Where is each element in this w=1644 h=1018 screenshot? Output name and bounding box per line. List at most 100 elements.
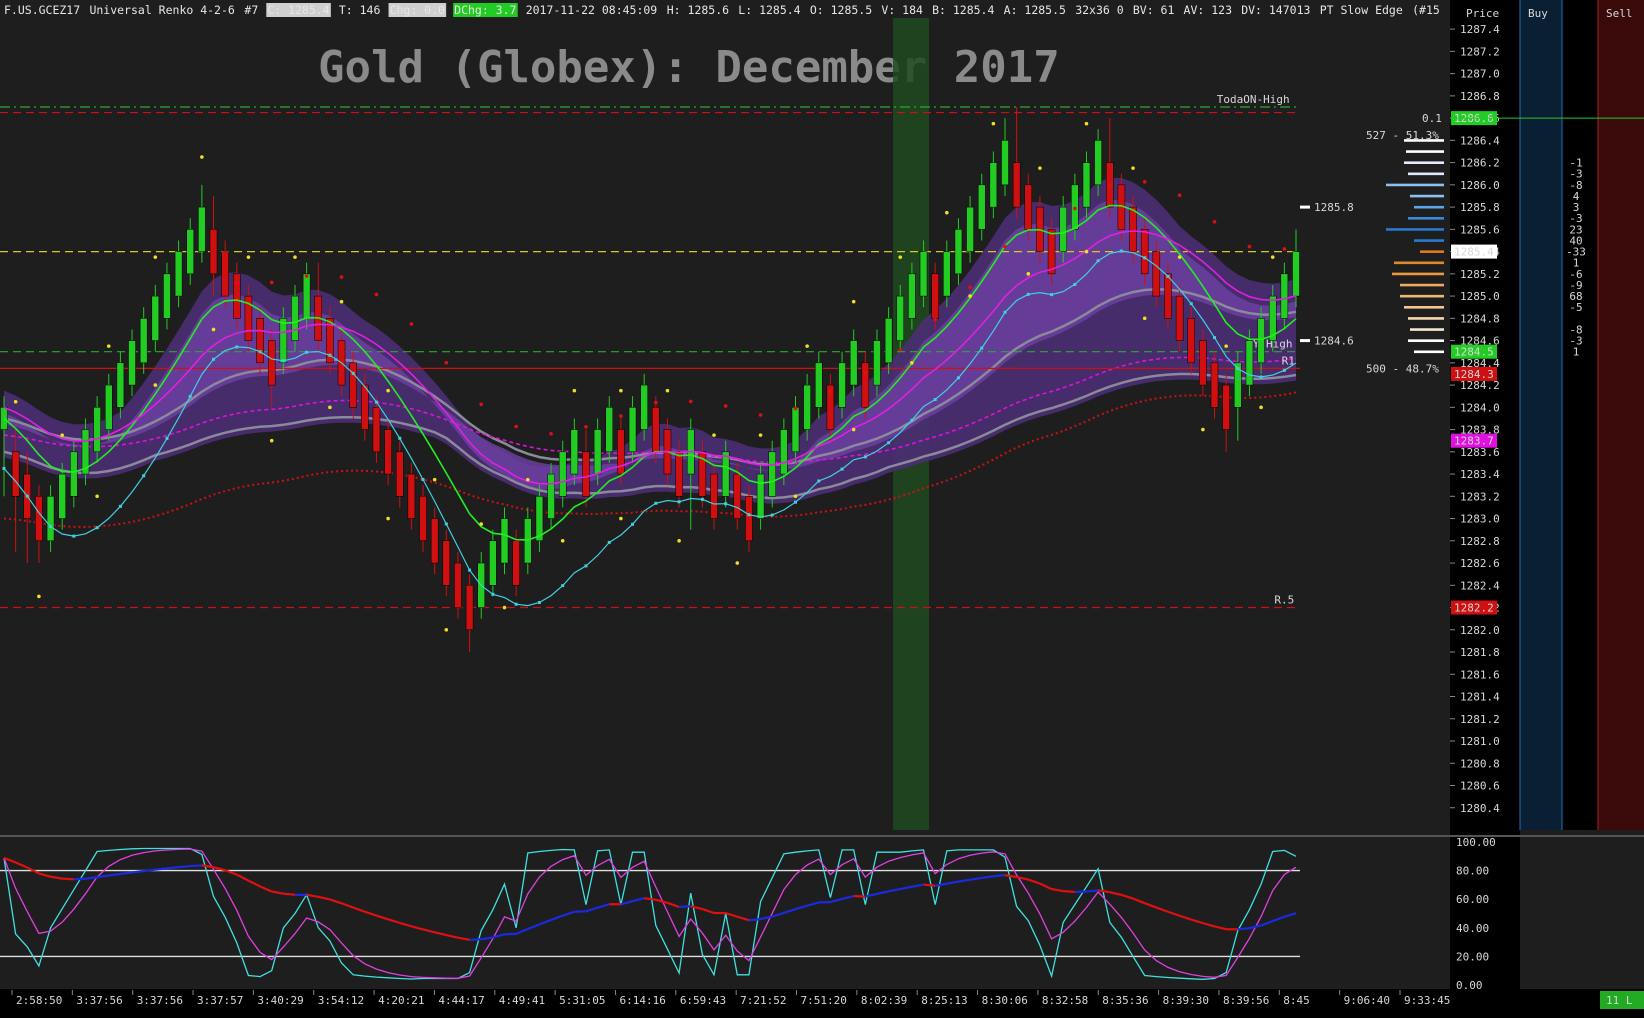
- volume-profile-bar: [1404, 161, 1444, 164]
- yellow-swing-dot: [1085, 250, 1089, 254]
- volume-profile-bar: [1410, 195, 1444, 198]
- price-tick-label: 1282.4: [1460, 579, 1500, 592]
- cyan-trail-dot: [980, 347, 983, 350]
- price-tick-label: 1285.6: [1460, 223, 1500, 236]
- cyan-trail-dot: [1236, 367, 1239, 370]
- candle-down: [1164, 274, 1171, 318]
- cyan-trail-dot: [1190, 302, 1193, 305]
- candle-down: [350, 363, 357, 407]
- candle-down: [1153, 252, 1160, 296]
- candle-down: [513, 541, 520, 585]
- candle-down: [233, 274, 240, 318]
- header-field: AV: 123: [1184, 3, 1233, 17]
- price-tick-label: 1283.4: [1460, 468, 1500, 481]
- red-trend-dot: [514, 425, 518, 429]
- candle-down: [1141, 229, 1148, 273]
- red-trend-dot: [410, 322, 414, 326]
- red-trend-dot: [584, 425, 588, 429]
- price-tick-label: 1285.8: [1460, 201, 1500, 214]
- cyan-trail-dot: [189, 395, 192, 398]
- trading-chart[interactable]: F.US.GCEZ17Universal Renko 4-2-6#7C: 128…: [0, 0, 1644, 1018]
- time-tick-label: 7:51:20: [801, 994, 847, 1007]
- header-field: F.US.GCEZ17: [4, 3, 80, 17]
- candle-down: [408, 474, 415, 518]
- header-field: C: 1285.4: [267, 3, 329, 17]
- cyan-trail-dot: [934, 398, 937, 401]
- yellow-swing-dot: [561, 539, 565, 543]
- stoch-trend-segment: [470, 939, 482, 940]
- candle-up: [59, 474, 66, 518]
- yellow-swing-dot: [107, 344, 111, 348]
- candle-down: [257, 318, 264, 362]
- candle-up: [629, 407, 636, 451]
- stoch-trend-segment: [190, 865, 202, 866]
- chart-svg[interactable]: F.US.GCEZ17Universal Renko 4-2-6#7C: 128…: [0, 0, 1644, 1014]
- stoch-trend-segment: [993, 875, 1005, 876]
- yellow-swing-dot: [1026, 272, 1030, 276]
- volume-profile-bar: [1386, 228, 1444, 231]
- candle-down: [431, 519, 438, 563]
- price-tick-label: 1282.8: [1460, 535, 1500, 548]
- price-tick-label: 1287.4: [1460, 23, 1500, 36]
- stoch-trend-segment: [1238, 928, 1250, 929]
- candle-up: [291, 296, 298, 340]
- buy-column-header: Buy: [1528, 7, 1548, 20]
- header-field: PT Slow Edge: [1320, 3, 1403, 17]
- cyan-trail-dot: [398, 437, 401, 440]
- candle-down: [1048, 229, 1055, 273]
- candle-up: [943, 252, 950, 296]
- candle-up: [1293, 252, 1300, 296]
- header-field: T: 146: [339, 3, 381, 17]
- stoch-trend-segment: [1063, 891, 1075, 892]
- volume-profile-bar: [1414, 206, 1444, 209]
- stoch-trend-segment: [924, 885, 936, 886]
- stoch-trend-segment: [74, 879, 86, 880]
- red-trend-dot: [1038, 220, 1042, 224]
- time-tick-label: 6:59:43: [680, 994, 726, 1007]
- cyan-trail-dot: [1027, 293, 1030, 296]
- candle-down: [862, 363, 869, 407]
- red-trend-dot: [794, 407, 798, 411]
- price-tick-label: 1286.4: [1460, 134, 1500, 147]
- candle-up: [594, 430, 601, 474]
- cyan-trail-dot: [468, 569, 471, 572]
- candle-up: [1095, 140, 1102, 184]
- candle-up: [873, 341, 880, 385]
- profile-annotation: 0.1: [1422, 112, 1442, 125]
- cyan-trail-dot: [841, 468, 844, 471]
- time-tick-label: 7:21:52: [740, 994, 786, 1007]
- candle-up: [105, 385, 112, 429]
- volume-profile-bar: [1404, 139, 1444, 142]
- cyan-trail-dot: [1166, 275, 1169, 278]
- price-tag-label: 1284.5: [1454, 346, 1494, 359]
- cyan-trail-dot: [1213, 336, 1216, 339]
- yellow-swing-dot: [1259, 406, 1263, 410]
- candle-down: [734, 474, 741, 518]
- time-tick-label: 3:37:56: [137, 994, 183, 1007]
- header-field: L: 1285.4: [738, 3, 800, 17]
- time-tick-label: 9:06:40: [1344, 994, 1390, 1007]
- price-tick-label: 1282.0: [1460, 624, 1500, 637]
- header-field: DV: 147013: [1241, 3, 1310, 17]
- yellow-swing-dot: [910, 361, 914, 365]
- time-tick-label: 8:25:13: [921, 994, 967, 1007]
- volume-profile-bar: [1410, 328, 1444, 331]
- price-tick-label: 1287.0: [1460, 68, 1500, 81]
- time-tick-label: 8:39:56: [1223, 994, 1269, 1007]
- price-tick-label: 1283.2: [1460, 490, 1500, 503]
- cyan-trail-dot: [1097, 259, 1100, 262]
- red-trend-dot: [445, 361, 449, 365]
- yellow-swing-dot: [619, 517, 623, 521]
- yellow-swing-dot: [794, 495, 798, 499]
- yellow-swing-dot: [573, 389, 577, 393]
- candle-down: [396, 452, 403, 496]
- cyan-trail-dot: [1143, 256, 1146, 259]
- candle-down: [932, 274, 939, 318]
- candle-up: [571, 430, 578, 474]
- price-tick-label: 1281.8: [1460, 646, 1500, 659]
- price-marker-label: 1285.8: [1314, 201, 1354, 214]
- cyan-trail-dot: [910, 419, 913, 422]
- volume-profile-bar: [1406, 150, 1444, 153]
- price-marker: [1300, 206, 1310, 209]
- candle-up: [804, 385, 811, 429]
